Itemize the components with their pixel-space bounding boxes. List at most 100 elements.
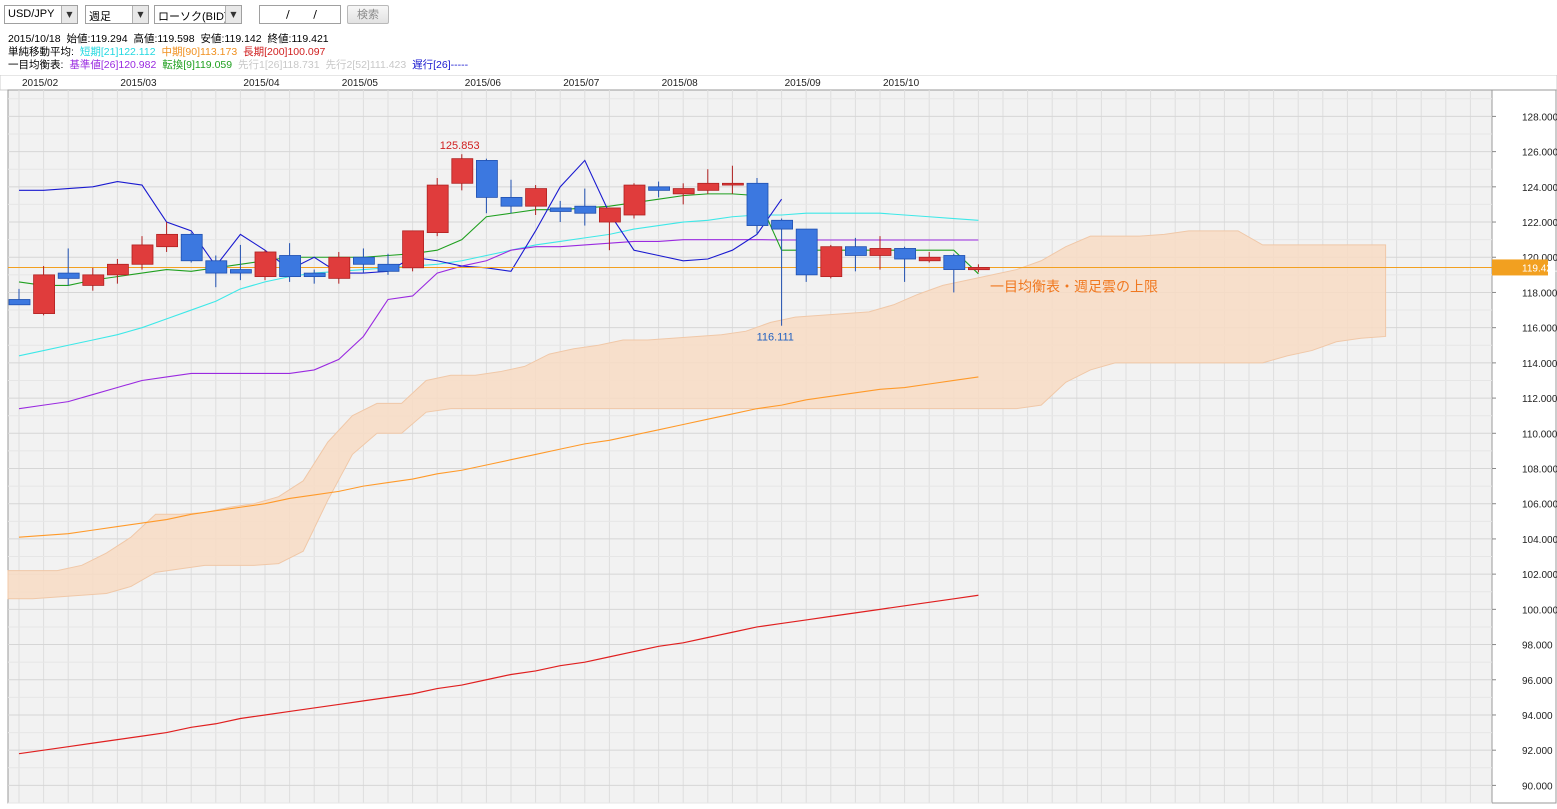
y-tick-label: 92.000 <box>1522 746 1553 757</box>
candle-body <box>525 188 547 207</box>
candle-body <box>57 272 80 279</box>
candle-body <box>795 228 818 276</box>
candle-body <box>402 230 425 269</box>
x-tick-label: 2015/03 <box>120 78 157 89</box>
candle-body <box>771 219 793 230</box>
candle-body <box>279 255 302 278</box>
candle-body <box>475 160 498 198</box>
chevron-down-icon[interactable]: ▼ <box>61 6 77 23</box>
candle-body <box>574 205 597 214</box>
ichimoku-kijun: 基準値[26]120.982 <box>69 59 157 71</box>
y-tick-label: 128.000 <box>1522 112 1557 123</box>
chevron-down-icon[interactable]: ▼ <box>132 6 148 23</box>
ohlc-close: 終値:119.421 <box>267 33 329 45</box>
y-tick-label: 114.000 <box>1522 359 1557 370</box>
y-tick-label: 104.000 <box>1522 535 1557 546</box>
y-tick-label: 98.000 <box>1522 641 1553 652</box>
low-annotation: 116.111 <box>757 332 794 344</box>
y-tick-label: 108.000 <box>1522 465 1557 476</box>
y-tick-label: 124.000 <box>1522 183 1557 194</box>
candle-body <box>697 182 720 191</box>
x-tick-label: 2015/09 <box>785 78 822 89</box>
high-annotation: 125.853 <box>440 140 480 152</box>
y-tick-label: 90.000 <box>1522 781 1553 792</box>
x-tick-label: 2015/02 <box>22 78 59 89</box>
candle-body <box>107 263 129 276</box>
ohlc-date: 2015/10/18 <box>8 33 61 45</box>
candle-body <box>820 246 843 278</box>
ohlc-open: 始値:119.294 <box>66 33 128 45</box>
ichimoku-chikou: 遅行[26]----- <box>412 59 469 71</box>
candle-body <box>8 299 31 306</box>
candle-body <box>303 272 326 278</box>
sma-short: 短期[21]122.112 <box>79 46 156 58</box>
candle-body <box>229 269 252 274</box>
ichimoku-info: 一目均衡表: 基準値[26]120.982 転換[9]119.059 先行1[2… <box>8 59 471 72</box>
candle-body <box>746 182 769 226</box>
period-value: 週足 <box>89 11 111 23</box>
candle-body <box>672 188 695 195</box>
ohlc-low: 安値:119.142 <box>200 33 262 45</box>
y-tick-label: 102.000 <box>1522 570 1557 581</box>
sma-mid: 中期[90]113.173 <box>161 46 238 58</box>
sma-label: 単純移動平均: <box>8 46 74 58</box>
candle-body <box>968 267 990 271</box>
y-tick-label: 100.000 <box>1522 605 1557 616</box>
candle-body <box>426 184 449 233</box>
y-tick-label: 96.000 <box>1522 676 1553 687</box>
sma-info: 単純移動平均: 短期[21]122.112 中期[90]113.173 長期[2… <box>8 46 328 59</box>
candle-body <box>623 184 646 216</box>
candle-body <box>377 263 400 272</box>
current-price-label: 119.421 <box>1522 263 1557 274</box>
y-tick-label: 112.000 <box>1522 394 1557 405</box>
toolbar: USD/JPY ▼ 週足 ▼ ローソク(BID) ▼ / / 検索 <box>0 0 1557 30</box>
chart-type-select[interactable]: ローソク(BID) ▼ <box>154 5 242 24</box>
x-tick-label: 2015/05 <box>342 78 379 89</box>
candle-body <box>156 233 179 248</box>
chart-area[interactable]: 90.000 92.000 94.000 96.000 98.000 100.000 102… <box>0 74 1557 806</box>
y-tick-label: 94.000 <box>1522 711 1553 722</box>
date-header <box>0 74 1557 91</box>
x-tick-label: 2015/10 <box>883 78 920 89</box>
candle-body <box>254 251 277 278</box>
period-select[interactable]: 週足 ▼ <box>85 5 149 24</box>
price-chart[interactable]: 90.000 92.000 94.000 96.000 98.000 100.000 102… <box>0 74 1557 806</box>
cloud-annotation: 一目均衡表・週足雲の上限 <box>990 278 1158 294</box>
candle-body <box>82 274 105 286</box>
ichimoku-senko2: 先行2[52]111.423 <box>325 59 407 71</box>
price-axis <box>1491 89 1557 804</box>
candle-body <box>943 255 966 270</box>
candle-body <box>205 260 228 274</box>
ichimoku-label: 一目均衡表: <box>8 59 64 71</box>
candle-body <box>918 256 941 262</box>
ohlc-high: 高値:119.598 <box>133 33 195 45</box>
candle-body <box>451 158 474 184</box>
x-tick-label: 2015/07 <box>563 78 600 89</box>
candle-body <box>845 246 867 256</box>
y-tick-label: 106.000 <box>1522 500 1557 511</box>
symbol-select[interactable]: USD/JPY ▼ <box>4 5 78 24</box>
candle-body <box>549 207 572 212</box>
date-input[interactable]: / / <box>259 5 341 24</box>
symbol-value: USD/JPY <box>8 8 55 20</box>
candle-body <box>599 207 621 223</box>
y-tick-label: 110.000 <box>1522 429 1557 440</box>
candle-body <box>131 244 154 265</box>
candle-body <box>328 256 351 279</box>
chevron-down-icon[interactable]: ▼ <box>225 6 241 23</box>
chart-type-value: ローソク(BID) <box>158 11 228 23</box>
search-button[interactable]: 検索 <box>347 5 389 24</box>
candle-body <box>869 248 892 256</box>
candle-body <box>500 196 523 207</box>
sma-long: 長期[200]100.097 <box>243 46 326 58</box>
y-tick-label: 118.000 <box>1522 288 1557 299</box>
x-tick-label: 2015/06 <box>465 78 502 89</box>
y-tick-label: 122.000 <box>1522 218 1557 229</box>
x-tick-label: 2015/04 <box>243 78 280 89</box>
candle-body <box>894 248 916 260</box>
candle-body <box>352 256 375 265</box>
candle-body <box>33 274 55 314</box>
y-tick-label: 116.000 <box>1522 324 1557 335</box>
date-value: / / <box>286 8 327 21</box>
ichimoku-tenkan: 転換[9]119.059 <box>162 59 233 71</box>
